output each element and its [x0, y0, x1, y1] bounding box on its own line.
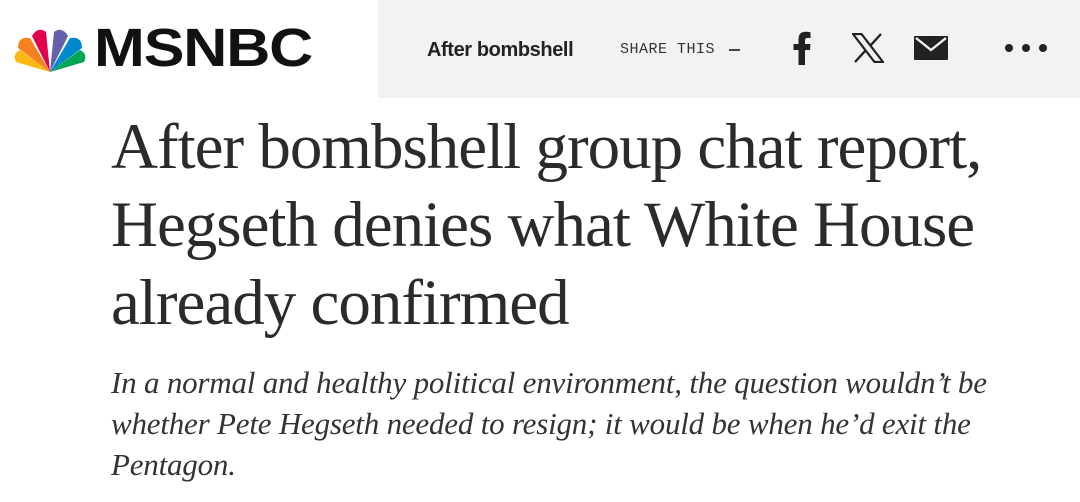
x-icon [852, 33, 884, 63]
logo-area[interactable]: MSNBC [0, 0, 378, 98]
x-share-button[interactable] [849, 30, 887, 66]
short-title: After bombshell [427, 39, 574, 61]
article-dek: In a normal and healthy political enviro… [111, 365, 987, 482]
facebook-share-button[interactable] [789, 30, 815, 66]
share-label: SHARE THIS [620, 41, 716, 58]
more-options-button[interactable] [1001, 30, 1051, 66]
share-divider [729, 49, 740, 51]
email-share-button[interactable] [912, 30, 950, 66]
more-icon [1005, 44, 1047, 52]
article-headline: After bombshell group chat report, Hegse… [111, 111, 982, 339]
mail-icon [914, 36, 948, 60]
facebook-icon [793, 31, 811, 65]
top-bar: MSNBC After bombshell SHARE THIS [0, 0, 1080, 98]
brand-wordmark: MSNBC [94, 18, 313, 78]
nbc-peacock-icon [14, 29, 86, 72]
